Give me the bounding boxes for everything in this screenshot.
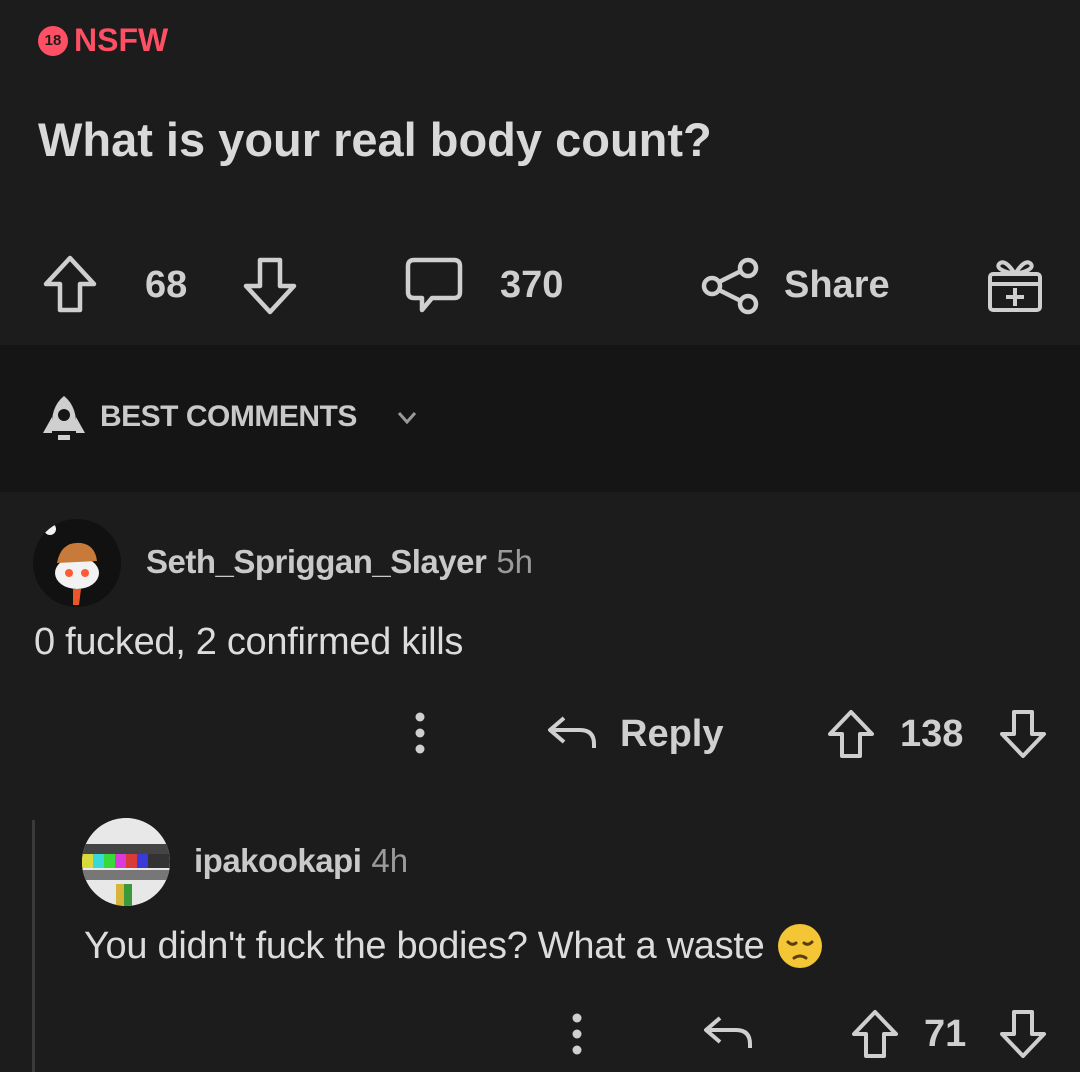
chevron-down-icon[interactable] — [396, 410, 418, 426]
thread-line[interactable] — [32, 820, 35, 1072]
test-pattern-avatar-icon — [82, 818, 170, 906]
comment-username[interactable]: Seth_Spriggan_Slayer — [146, 543, 487, 581]
sort-label[interactable]: BEST COMMENTS — [100, 400, 357, 434]
more-options-icon[interactable] — [412, 711, 428, 755]
nsfw-18-icon: 18 — [38, 25, 68, 56]
post-vote-count: 68 — [145, 264, 188, 306]
reply-label[interactable]: Reply — [620, 713, 723, 756]
rocket-icon — [40, 393, 88, 443]
reply-icon[interactable] — [546, 712, 598, 752]
share-label[interactable]: Share — [784, 264, 890, 307]
comment-icon[interactable] — [404, 254, 464, 316]
snoo-avatar-icon — [33, 519, 121, 607]
comment-vote-count: 138 — [900, 713, 964, 755]
nsfw-tag: 18 NSFW — [38, 22, 168, 59]
share-icon[interactable] — [700, 256, 762, 316]
reply-icon[interactable] — [702, 1012, 754, 1052]
nsfw-label: NSFW — [74, 22, 169, 58]
post-upvote-icon[interactable] — [42, 254, 98, 316]
more-options-icon[interactable] — [569, 1012, 585, 1056]
comment-upvote-icon[interactable] — [826, 708, 876, 760]
comment-body: You didn't fuck the bodies? What a waste — [84, 922, 824, 970]
avatar[interactable] — [33, 519, 121, 607]
comment-upvote-icon[interactable] — [850, 1008, 900, 1060]
comment-age: 4h — [371, 842, 409, 879]
pensive-face-emoji-icon — [778, 924, 823, 968]
comment-meta: ipakookapi 4h — [194, 842, 408, 880]
comment-vote-count: 71 — [924, 1013, 967, 1055]
comment-downvote-icon[interactable] — [998, 708, 1048, 760]
comment-text: 0 fucked, 2 confirmed kills — [34, 621, 464, 663]
comment-meta: Seth_Spriggan_Slayer 5h — [146, 543, 533, 581]
post-title: What is your real body count? — [38, 113, 712, 166]
comment-username[interactable]: ipakookapi — [194, 842, 362, 880]
comment-downvote-icon[interactable] — [998, 1008, 1048, 1060]
comment-count[interactable]: 370 — [500, 264, 563, 307]
comment-age: 5h — [496, 543, 534, 580]
avatar[interactable] — [82, 818, 170, 906]
post-downvote-icon[interactable] — [242, 254, 298, 316]
comment-text: You didn't fuck the bodies? What a waste — [84, 924, 765, 967]
award-gift-icon[interactable] — [985, 254, 1045, 316]
